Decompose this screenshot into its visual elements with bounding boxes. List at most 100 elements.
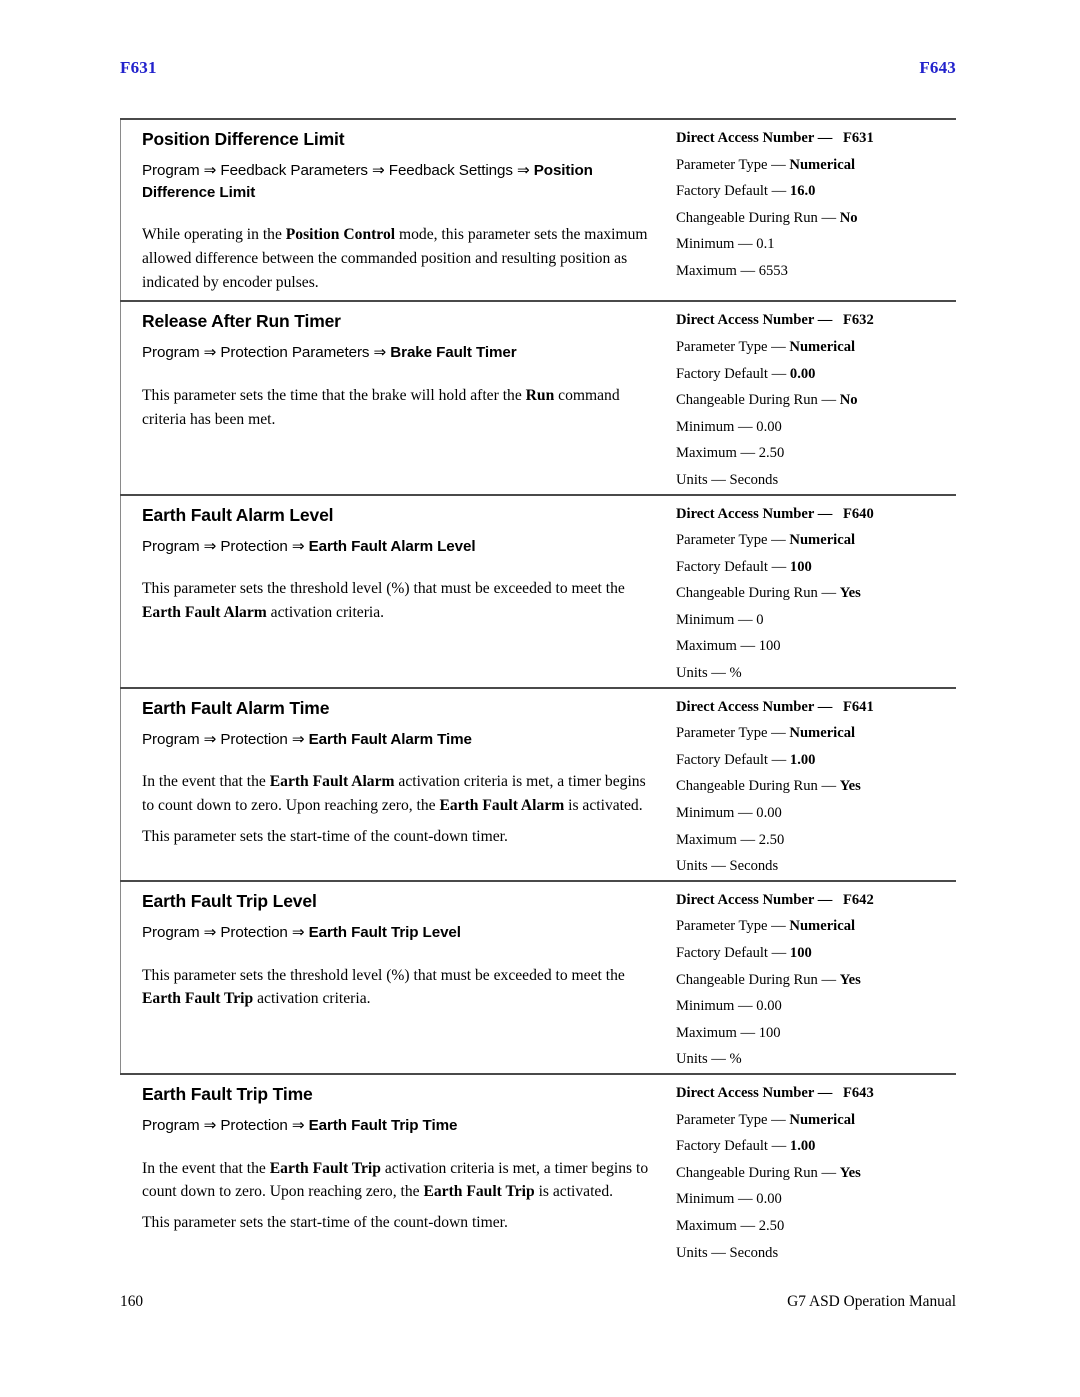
spec-units-value: % — [729, 1051, 742, 1068]
spec-factory-default: Factory Default — 1.00 — [676, 751, 816, 768]
parameter-description-paragraph: This parameter sets the time that the br… — [142, 387, 620, 428]
spec-units-value: Seconds — [729, 858, 779, 875]
parameter-title: Earth Fault Alarm Time — [142, 697, 330, 718]
spec-minimum: Minimum — 0.1 — [676, 236, 775, 253]
spec-direct-access-number-value: F643 — [842, 1084, 874, 1101]
spec-units-value: Seconds — [729, 1244, 779, 1261]
spec-minimum: Minimum — 0 — [676, 611, 764, 628]
parameter-description-paragraph: This parameter sets the threshold level … — [142, 966, 625, 1008]
spec-maximum-value: 100 — [758, 638, 781, 655]
spec-direct-access-number: Direct Access Number — F632 — [676, 312, 874, 329]
spec-maximum-value: 2.50 — [758, 445, 785, 462]
spec-factory-default-value: 100 — [789, 945, 812, 961]
parameter-spec-column: Direct Access Number — F643 Parameter Typ… — [668, 1075, 956, 1266]
spec-factory-default: Factory Default — 1.00 — [676, 1138, 816, 1155]
parameter-menu-path: Program ⇒ Protection ⇒ Earth Fault Alarm… — [142, 537, 476, 555]
spec-changeable-during-run-value: Yes — [839, 971, 861, 988]
spec-minimum-value: 0.1 — [756, 236, 775, 253]
parameter-spec-column: Direct Access Number — F641 Parameter Typ… — [668, 689, 956, 880]
spec-parameter-type-value: Numerical — [789, 725, 856, 742]
spec-direct-access-number: Direct Access Number — F643 — [676, 1084, 874, 1101]
parameter-menu-path: Program ⇒ Protection ⇒ Earth Fault Trip … — [142, 1117, 458, 1135]
spec-parameter-type: Parameter Type — Numerical — [676, 532, 856, 549]
parameter-menu-path: Program ⇒ Protection ⇒ Earth Fault Trip … — [142, 923, 461, 941]
parameter-menu-path-target: Earth Fault Trip Time — [308, 1117, 458, 1135]
spec-parameter-type: Parameter Type — Numerical — [676, 338, 856, 355]
parameter-sections: Position Difference Limit Program ⇒ Feedb… — [120, 118, 956, 1266]
spec-parameter-type-value: Numerical — [789, 918, 856, 935]
spec-direct-access-number: Direct Access Number — F641 — [676, 698, 874, 715]
spec-parameter-type: Parameter Type — Numerical — [676, 918, 856, 935]
parameter-menu-path: Program ⇒ Protection Parameters ⇒ Brake … — [142, 344, 517, 362]
spec-units-value: Seconds — [729, 471, 779, 488]
spec-parameter-type-value: Numerical — [789, 338, 856, 355]
parameter-menu-path: Program ⇒ Feedback Parameters ⇒ Feedback… — [142, 162, 593, 201]
spec-units-value: % — [729, 665, 742, 682]
parameter-section: Earth Fault Trip Level Program ⇒ Protecti… — [120, 879, 956, 1074]
spec-maximum: Maximum — 6553 — [676, 262, 788, 279]
parameter-spec-column: Direct Access Number — F642 Parameter Typ… — [668, 882, 956, 1073]
spec-changeable-during-run: Changeable During Run — Yes — [676, 778, 861, 795]
running-head: F631 F643 — [120, 58, 956, 78]
spec-parameter-type-value: Numerical — [789, 156, 856, 173]
parameter-description-paragraph: In the event that the Earth Fault Alarm … — [142, 773, 646, 815]
parameter-title: Position Difference Limit — [142, 129, 345, 149]
spec-changeable-during-run-value: Yes — [839, 778, 861, 795]
parameter-title: Earth Fault Trip Level — [142, 890, 317, 911]
spec-minimum: Minimum — 0.00 — [676, 805, 782, 822]
parameter-menu-path-target: Position Difference Limit — [142, 162, 593, 201]
parameter-section: Earth Fault Alarm Level Program ⇒ Protect… — [120, 493, 956, 687]
parameter-description-column: Earth Fault Trip Level Program ⇒ Protecti… — [120, 882, 668, 1017]
spec-changeable-during-run-value: No — [839, 209, 858, 226]
manual-page: F631 F643 Position Difference Limit Progr… — [0, 0, 1080, 1397]
spec-factory-default: Factory Default — 100 — [676, 945, 812, 961]
parameter-description-column: Earth Fault Alarm Level Program ⇒ Protect… — [120, 496, 668, 631]
spec-direct-access-number-value: F631 — [842, 130, 874, 146]
parameter-menu-path-target: Earth Fault Alarm Time — [308, 730, 472, 748]
parameter-section: Position Difference Limit Program ⇒ Feedb… — [120, 118, 956, 301]
spec-minimum-value: 0.00 — [756, 1191, 782, 1208]
spec-changeable-during-run: Changeable During Run — Yes — [676, 585, 861, 602]
spec-factory-default: Factory Default — 0.00 — [676, 365, 816, 382]
spec-minimum: Minimum — 0.00 — [676, 1191, 782, 1208]
spec-maximum-value: 100 — [758, 1024, 781, 1041]
parameter-description-column: Earth Fault Trip Time Program ⇒ Protectio… — [120, 1075, 668, 1241]
spec-direct-access-number-value: F641 — [842, 698, 874, 715]
footer-page-number: 160 — [120, 1293, 144, 1310]
spec-maximum: Maximum — 100 — [676, 638, 781, 655]
parameter-spec-column: Direct Access Number — F631 Parameter Typ… — [668, 120, 956, 285]
parameter-spec-column: Direct Access Number — F632 Parameter Typ… — [668, 302, 956, 493]
spec-parameter-type: Parameter Type — Numerical — [676, 725, 856, 742]
parameter-description-paragraph: While operating in the Position Control … — [142, 226, 648, 291]
spec-factory-default-value: 0.00 — [789, 365, 816, 382]
spec-direct-access-number-value: F632 — [842, 312, 874, 329]
spec-units: Units — Seconds — [676, 858, 779, 875]
parameter-title: Release After Run Timer — [142, 311, 341, 332]
parameter-spec-column: Direct Access Number — F640 Parameter Typ… — [668, 496, 956, 687]
spec-parameter-type: Parameter Type — Numerical — [676, 156, 856, 173]
spec-maximum-value: 2.50 — [758, 831, 785, 848]
spec-changeable-during-run: Changeable During Run — Yes — [676, 1164, 861, 1181]
parameter-description-paragraph: In the event that the Earth Fault Trip a… — [142, 1159, 649, 1201]
spec-minimum-value: 0.00 — [756, 998, 782, 1015]
spec-minimum-value: 0 — [756, 611, 764, 628]
spec-changeable-during-run-value: No — [839, 392, 858, 409]
parameter-description-column: Release After Run Timer Program ⇒ Protect… — [120, 302, 668, 437]
parameter-title: Earth Fault Trip Time — [142, 1083, 313, 1104]
parameter-description-paragraph: This parameter sets the start-time of th… — [142, 1214, 508, 1232]
spec-factory-default: Factory Default — 100 — [676, 558, 812, 575]
spec-factory-default-value: 1.00 — [789, 751, 816, 768]
spec-units: Units — % — [676, 1051, 742, 1068]
parameter-section: Earth Fault Trip Time Program ⇒ Protectio… — [120, 1072, 956, 1266]
spec-direct-access-number: Direct Access Number — F642 — [676, 891, 874, 908]
parameter-description-paragraph: This parameter sets the threshold level … — [142, 580, 625, 621]
parameter-menu-path-target: Brake Fault Timer — [390, 344, 517, 362]
parameter-description-column: Earth Fault Alarm Time Program ⇒ Protecti… — [120, 689, 668, 855]
running-head-left: F631 — [120, 58, 157, 77]
spec-changeable-during-run-value: Yes — [839, 585, 861, 602]
spec-minimum: Minimum — 0.00 — [676, 998, 782, 1015]
parameter-description-paragraph: This parameter sets the start-time of th… — [142, 827, 508, 845]
spec-minimum: Minimum — 0.00 — [676, 418, 782, 435]
spec-direct-access-number-value: F640 — [842, 505, 874, 522]
spec-minimum-value: 0.00 — [756, 418, 782, 435]
